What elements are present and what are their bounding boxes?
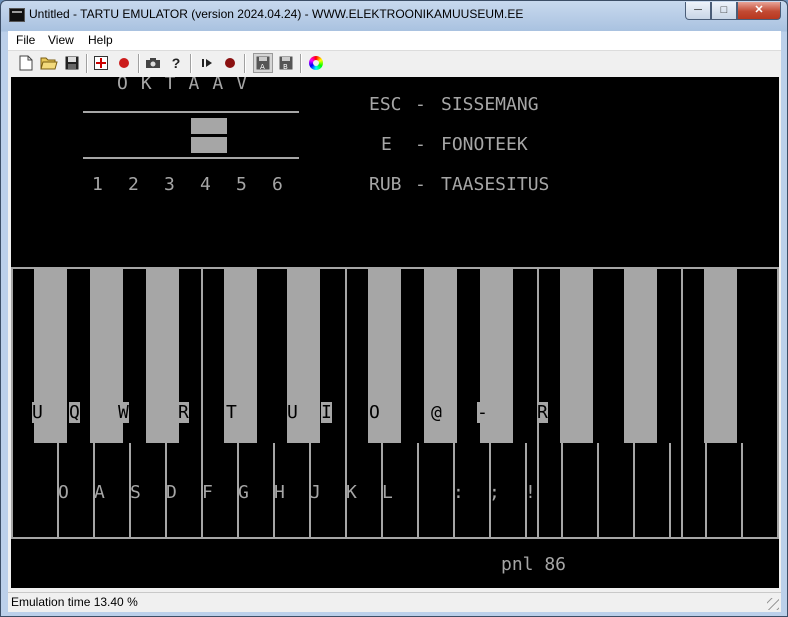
key-label-upper: O bbox=[369, 402, 380, 423]
key-label-lower: O bbox=[58, 482, 69, 503]
octave-title: OKTAAV bbox=[117, 77, 261, 94]
black-key[interactable] bbox=[146, 269, 179, 443]
keyboard-bottom-edge bbox=[11, 537, 779, 539]
menu-view[interactable]: View bbox=[48, 33, 74, 47]
key-label-upper: Q bbox=[69, 402, 80, 423]
key-label-upper: R bbox=[178, 402, 189, 423]
octave-line-bottom bbox=[83, 157, 299, 159]
disk-a-icon[interactable]: A bbox=[253, 53, 273, 73]
resize-grip[interactable] bbox=[767, 598, 779, 610]
command-key: ESC bbox=[369, 94, 402, 115]
white-key-divider[interactable] bbox=[417, 443, 419, 539]
disk-b-icon[interactable]: B bbox=[276, 53, 296, 73]
command-key: E bbox=[381, 134, 392, 155]
octave-number[interactable]: 6 bbox=[272, 174, 283, 195]
octave-number[interactable]: 1 bbox=[92, 174, 103, 195]
title-bar[interactable]: Untitled - TARTU EMULATOR (version 2024.… bbox=[1, 1, 787, 31]
octave-line-top bbox=[83, 111, 299, 113]
key-label-lower: D bbox=[166, 482, 177, 503]
command-label: TAASESITUS bbox=[441, 174, 550, 195]
status-bar: Emulation time 13.40 % bbox=[8, 592, 781, 612]
key-label-lower: H bbox=[274, 482, 285, 503]
client-area: File View Help ? A B OKTAAV 1 2 3 4 5 6 … bbox=[8, 31, 781, 612]
help-icon[interactable]: ? bbox=[166, 53, 186, 73]
key-label-lower: J bbox=[310, 482, 321, 503]
footer-text: pnl 86 bbox=[501, 554, 567, 575]
open-icon[interactable] bbox=[39, 53, 59, 73]
keyboard-top-edge bbox=[11, 267, 779, 269]
key-label-lower: : bbox=[453, 482, 464, 503]
svg-text:A: A bbox=[260, 63, 265, 70]
octave-divider bbox=[777, 267, 779, 539]
app-icon bbox=[9, 8, 25, 22]
key-label-lower: S bbox=[130, 482, 141, 503]
window-title: Untitled - TARTU EMULATOR (version 2024.… bbox=[29, 7, 524, 21]
play-icon[interactable] bbox=[197, 53, 217, 73]
crosshair-icon[interactable] bbox=[91, 53, 111, 73]
key-label-lower: ; bbox=[489, 482, 500, 503]
octave-divider bbox=[11, 267, 13, 539]
white-key-divider[interactable] bbox=[669, 443, 671, 539]
command-label: SISSEMANG bbox=[441, 94, 539, 115]
svg-text:B: B bbox=[283, 63, 288, 70]
octave-divider bbox=[681, 267, 683, 539]
key-label-upper: U bbox=[32, 402, 43, 423]
record-icon[interactable] bbox=[114, 53, 134, 73]
menu-help[interactable]: Help bbox=[88, 33, 113, 47]
key-label-upper: R bbox=[537, 402, 548, 423]
menu-bar: File View Help bbox=[8, 31, 781, 51]
status-text: Emulation time 13.40 % bbox=[11, 595, 138, 609]
black-key[interactable] bbox=[704, 269, 737, 443]
key-label-lower: G bbox=[238, 482, 249, 503]
white-key-divider[interactable] bbox=[597, 443, 599, 539]
stop-icon[interactable] bbox=[220, 53, 240, 73]
toolbar: ? A B bbox=[8, 52, 781, 76]
close-button[interactable]: ✕ bbox=[737, 2, 781, 20]
key-label-upper: W bbox=[118, 402, 129, 423]
minimize-button[interactable]: ─ bbox=[685, 2, 711, 20]
black-key[interactable] bbox=[560, 269, 593, 443]
octave-number[interactable]: 3 bbox=[164, 174, 175, 195]
octave-number[interactable]: 4 bbox=[200, 174, 211, 195]
new-icon[interactable] bbox=[16, 53, 36, 73]
key-label-upper: I bbox=[321, 402, 332, 423]
maximize-button[interactable]: □ bbox=[711, 2, 737, 20]
octave-indicator-low bbox=[191, 137, 227, 153]
menu-file[interactable]: File bbox=[16, 33, 35, 47]
key-label-lower: K bbox=[346, 482, 357, 503]
emulator-screen[interactable]: OKTAAV 1 2 3 4 5 6 ESC - SISSEMANG E - F… bbox=[11, 77, 779, 588]
octave-number[interactable]: 5 bbox=[236, 174, 247, 195]
command-key: RUB bbox=[369, 174, 402, 195]
key-label-upper: - bbox=[477, 402, 488, 423]
key-label-upper: T bbox=[226, 402, 237, 423]
command-label: FONOTEEK bbox=[441, 134, 528, 155]
emulator-window: Untitled - TARTU EMULATOR (version 2024.… bbox=[0, 0, 788, 617]
key-label-upper: U bbox=[287, 402, 298, 423]
key-label-lower: A bbox=[94, 482, 105, 503]
white-key-divider[interactable] bbox=[633, 443, 635, 539]
save-icon[interactable] bbox=[62, 53, 82, 73]
white-key-divider[interactable] bbox=[741, 443, 743, 539]
octave-number[interactable]: 2 bbox=[128, 174, 139, 195]
black-key[interactable] bbox=[624, 269, 657, 443]
white-key-divider[interactable] bbox=[705, 443, 707, 539]
camera-icon[interactable] bbox=[143, 53, 163, 73]
key-label-lower: L bbox=[382, 482, 393, 503]
color-wheel-icon[interactable] bbox=[306, 53, 326, 73]
key-label-upper: @ bbox=[431, 402, 442, 423]
white-key-divider[interactable] bbox=[561, 443, 563, 539]
key-label-lower: F bbox=[202, 482, 213, 503]
octave-indicator bbox=[191, 118, 227, 134]
key-label-lower: ! bbox=[525, 482, 536, 503]
